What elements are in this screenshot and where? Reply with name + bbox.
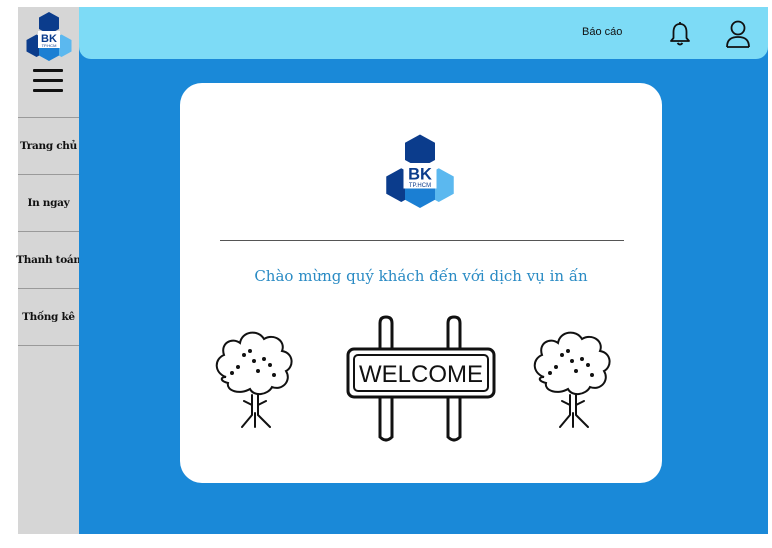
sidebar-nav: Trang chủ In ngay Thanh toán Thống kê — [16, 117, 81, 346]
sidebar: BK TP.HCM Trang chủ In ngay Thanh toán T… — [16, 7, 81, 534]
app-frame: BK TP.HCM Trang chủ In ngay Thanh toán T… — [16, 7, 768, 534]
logo-subtext: TP.HCM — [42, 43, 57, 48]
welcome-sign: WELCOME — [346, 315, 496, 442]
sidebar-item-print-now[interactable]: In ngay — [18, 175, 79, 232]
main-area: Báo cáo BK TP.HCM Chào mừng quý khách đế… — [79, 7, 768, 534]
welcome-card: BK TP.HCM Chào mừng quý khách đến với dị… — [180, 83, 662, 483]
report-link[interactable]: Báo cáo — [582, 26, 622, 38]
welcome-illustration: WELCOME — [215, 315, 611, 442]
menu-toggle-button[interactable] — [33, 69, 63, 97]
sidebar-item-home[interactable]: Trang chủ — [18, 118, 79, 175]
welcome-message: Chào mừng quý khách đến với dịch vụ in ấ… — [254, 267, 588, 285]
divider — [220, 240, 624, 241]
menu-icon-bar — [33, 69, 63, 72]
bk-logo: BK TP.HCM — [26, 12, 72, 61]
bell-icon[interactable] — [669, 21, 691, 47]
tree-icon — [215, 331, 293, 428]
logo-text: BK — [408, 166, 432, 184]
logo-subtext: TP.HCM — [409, 183, 431, 189]
sign-text: WELCOME — [359, 361, 483, 388]
menu-icon-bar — [33, 89, 63, 92]
top-bar: Báo cáo — [79, 7, 768, 59]
sidebar-item-payment[interactable]: Thanh toán — [16, 232, 81, 289]
tree-icon — [533, 331, 611, 428]
bk-logo-large: BK TP.HCM — [386, 134, 454, 208]
menu-icon-bar — [33, 79, 63, 82]
user-icon[interactable] — [724, 19, 752, 49]
sidebar-item-statistics[interactable]: Thống kê — [18, 289, 79, 346]
